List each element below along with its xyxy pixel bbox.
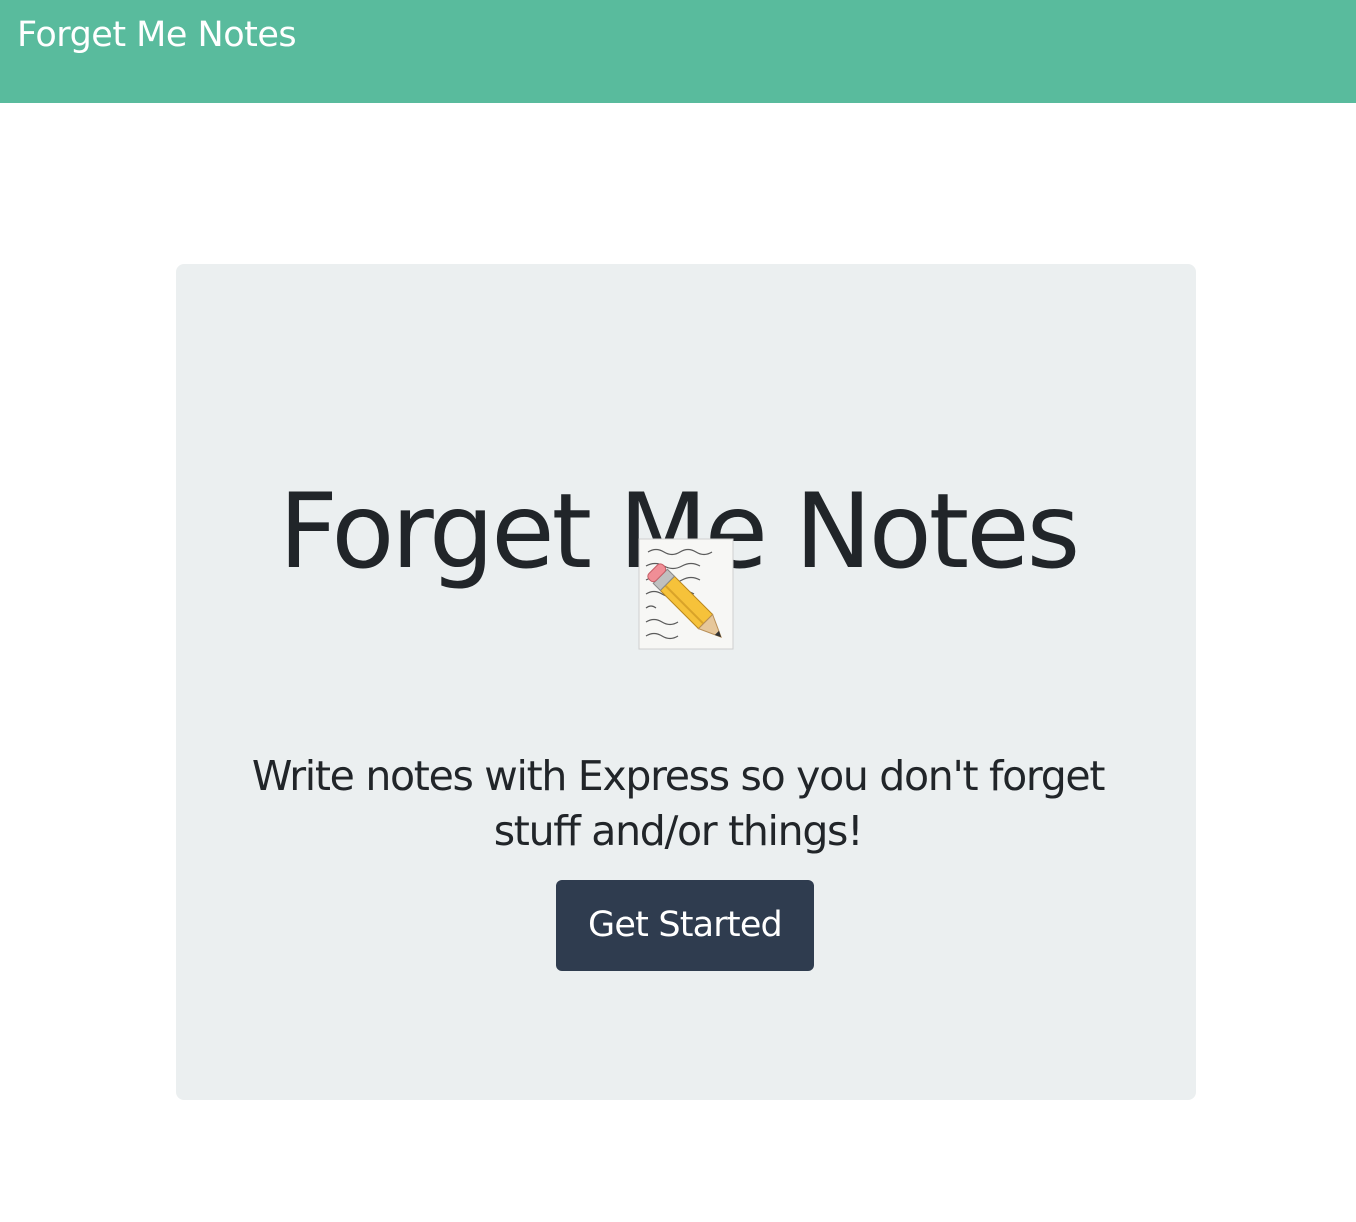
navbar: Forget Me Notes xyxy=(0,0,1356,103)
get-started-button[interactable]: Get Started xyxy=(556,880,814,971)
hero-description: Write notes with Express so you don't fo… xyxy=(0,749,1356,859)
hero-description-line2: stuff and/or things! xyxy=(493,807,864,855)
hero-panel xyxy=(176,264,1196,1100)
navbar-brand[interactable]: Forget Me Notes xyxy=(17,12,297,58)
memo-pencil-icon xyxy=(638,538,734,650)
hero-description-line1: Write notes with Express so you don't fo… xyxy=(251,752,1106,800)
